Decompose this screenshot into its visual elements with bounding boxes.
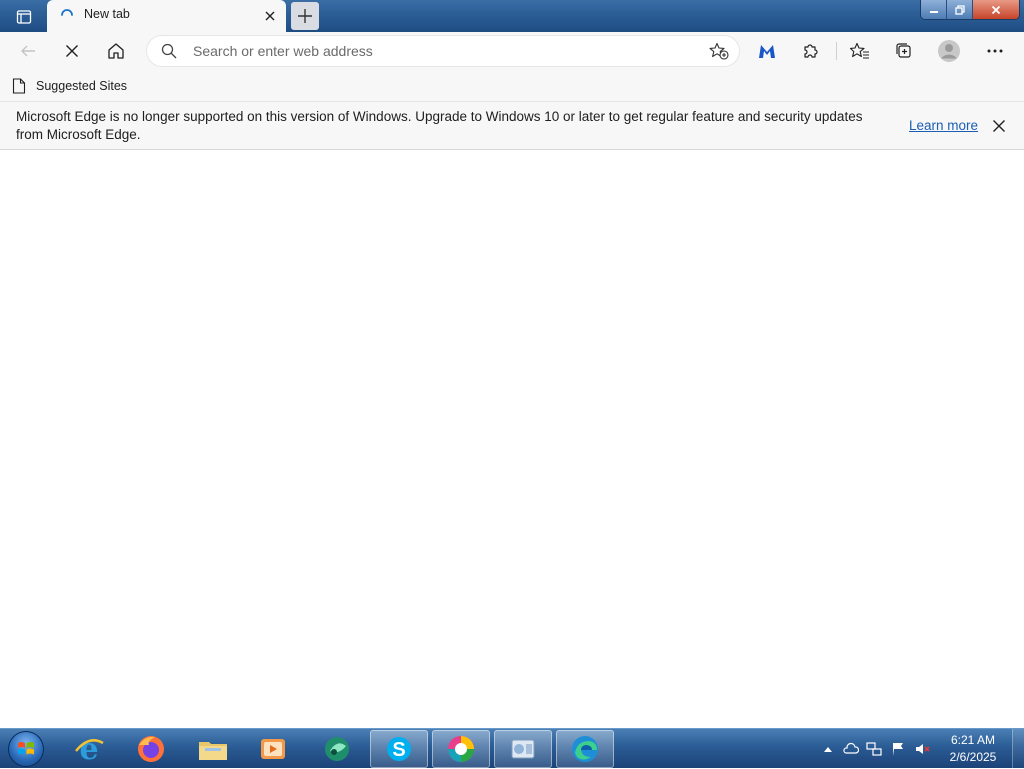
flag-icon [893, 743, 903, 756]
title-bar: New tab [0, 0, 1024, 32]
stop-icon [66, 45, 78, 57]
taskbar-media-player[interactable] [244, 730, 302, 768]
tab-actions-icon [16, 10, 32, 24]
loading-spinner-icon [61, 9, 73, 16]
taskbar-firefox[interactable] [122, 730, 180, 768]
collections-button[interactable] [889, 36, 919, 66]
taskbar-file-explorer[interactable] [184, 730, 242, 768]
close-icon [991, 5, 1001, 14]
window-controls [920, 0, 1020, 20]
page-icon [12, 78, 26, 94]
taskbar-edge[interactable] [556, 730, 614, 768]
back-button[interactable] [13, 36, 43, 66]
favorites-bar: Suggested Sites [0, 70, 1024, 102]
favorites-add-icon[interactable] [709, 42, 729, 60]
browser-toolbar [0, 32, 1024, 70]
close-icon [265, 11, 275, 21]
firefox-icon [138, 736, 164, 762]
address-input[interactable] [191, 41, 691, 61]
profile-icon [938, 40, 960, 62]
taskbar-color-app[interactable] [432, 730, 490, 768]
stop-button[interactable] [57, 36, 87, 66]
show-desktop-button[interactable] [1012, 729, 1024, 769]
toolbar-divider [836, 42, 837, 60]
minimize-icon [929, 10, 938, 13]
profile-button[interactable] [934, 36, 964, 66]
taskbar-app[interactable] [308, 730, 366, 768]
svg-text:S: S [392, 739, 405, 761]
malwarebytes-button[interactable] [752, 36, 782, 66]
media-player-icon [261, 739, 285, 759]
more-button[interactable] [980, 36, 1010, 66]
taskbar: e S 6:21 AM 2/6/2025 [0, 728, 1024, 769]
more-icon [987, 49, 1003, 53]
favorite-label: Suggested Sites [36, 79, 128, 93]
back-icon [21, 45, 35, 57]
page-content [0, 150, 1024, 728]
taskbar-internet-explorer[interactable]: e [60, 730, 118, 768]
chevron-up-icon [824, 747, 832, 752]
network-icon [866, 742, 882, 756]
favorite-suggested-sites[interactable]: Suggested Sites [12, 76, 127, 96]
malwarebytes-icon [759, 45, 775, 58]
tab-actions-menu-button[interactable] [8, 5, 40, 29]
system-clock[interactable]: 6:21 AM 2/6/2025 [936, 732, 1010, 766]
tab-close-button[interactable] [260, 6, 280, 26]
control-panel-icon [511, 739, 535, 759]
volume-muted-icon [916, 744, 930, 754]
app-icon [325, 737, 349, 761]
unsupported-os-infobar: Microsoft Edge is no longer supported on… [0, 102, 1024, 150]
home-button[interactable] [101, 36, 131, 66]
clock-date: 2/6/2025 [949, 750, 997, 764]
minimize-button[interactable] [921, 0, 947, 19]
start-button[interactable] [4, 730, 48, 768]
collections-icon [896, 43, 911, 58]
extensions-button[interactable] [796, 36, 826, 66]
tray-action-center[interactable] [890, 741, 906, 757]
tray-volume[interactable] [914, 741, 930, 757]
tab-new-tab[interactable]: New tab [47, 0, 286, 32]
close-window-button[interactable] [973, 0, 1019, 19]
restore-icon [954, 4, 965, 15]
extensions-icon [804, 44, 818, 58]
plus-icon [298, 9, 312, 23]
new-tab-button[interactable] [291, 2, 319, 30]
internet-explorer-icon: e [75, 733, 104, 765]
tray-onedrive[interactable] [843, 741, 859, 757]
search-icon [161, 43, 177, 59]
color-app-icon [448, 736, 474, 762]
close-icon [993, 120, 1005, 132]
tray-network[interactable] [866, 741, 882, 757]
windows-logo-icon [8, 731, 44, 767]
svg-text:e: e [79, 733, 98, 765]
file-explorer-icon [199, 742, 227, 760]
favorites-icon [850, 42, 869, 59]
show-hidden-icons-button[interactable] [820, 741, 836, 757]
address-bar[interactable] [147, 36, 739, 66]
restore-button[interactable] [947, 0, 973, 19]
skype-icon: S [387, 737, 411, 761]
tab-title: New tab [84, 7, 130, 21]
taskbar-control-panel[interactable] [494, 730, 552, 768]
clock-time: 6:21 AM [950, 733, 996, 747]
taskbar-skype[interactable]: S [370, 730, 428, 768]
infobar-close-button[interactable] [989, 116, 1009, 136]
learn-more-link[interactable]: Learn more [909, 118, 978, 133]
home-icon [108, 43, 124, 59]
infobar-message: Microsoft Edge is no longer supported on… [16, 109, 863, 142]
favorites-button[interactable] [845, 36, 875, 66]
cloud-sync-icon [843, 742, 859, 754]
edge-icon [572, 736, 598, 762]
